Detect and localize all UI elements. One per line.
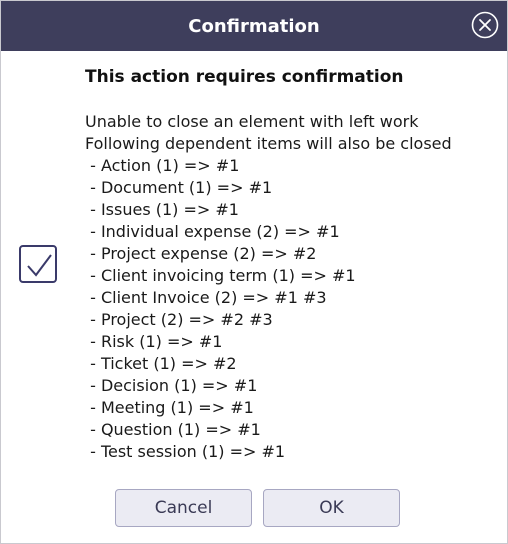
cancel-button[interactable]: Cancel [115, 489, 252, 527]
confirmation-dialog: Confirmation This action requires confir… [0, 0, 508, 544]
list-item: - Client Invoice (2) => #1 #3 [85, 288, 327, 307]
list-item: - Issues (1) => #1 [85, 200, 239, 219]
dependent-items-list: - Action (1) => #1 - Document (1) => #1 … [85, 155, 356, 463]
close-button[interactable] [471, 11, 499, 39]
list-item: - Risk (1) => #1 [85, 332, 223, 351]
list-item: - Test session (1) => #1 [85, 442, 286, 461]
ok-button[interactable]: OK [263, 489, 400, 527]
list-item: - Client invoicing term (1) => #1 [85, 266, 356, 285]
list-item: - Document (1) => #1 [85, 178, 273, 197]
list-item: - Question (1) => #1 [85, 420, 261, 439]
list-item: - Action (1) => #1 [85, 156, 240, 175]
dialog-title: Confirmation [188, 16, 320, 37]
list-item: - Project expense (2) => #2 [85, 244, 317, 263]
list-item: - Ticket (1) => #2 [85, 354, 237, 373]
message-line: Unable to close an element with left wor… [85, 112, 419, 131]
list-item: - Decision (1) => #1 [85, 376, 258, 395]
dialog-heading: This action requires confirmation [85, 67, 404, 87]
list-item: - Meeting (1) => #1 [85, 398, 254, 417]
message-line: Following dependent items will also be c… [85, 134, 452, 153]
close-circle-icon [471, 11, 499, 39]
check-icon [27, 254, 52, 277]
dialog-titlebar: Confirmation [1, 1, 507, 51]
confirm-checkbox[interactable] [19, 245, 57, 283]
list-item: - Individual expense (2) => #1 [85, 222, 340, 241]
list-item: - Project (2) => #2 #3 [85, 310, 273, 329]
